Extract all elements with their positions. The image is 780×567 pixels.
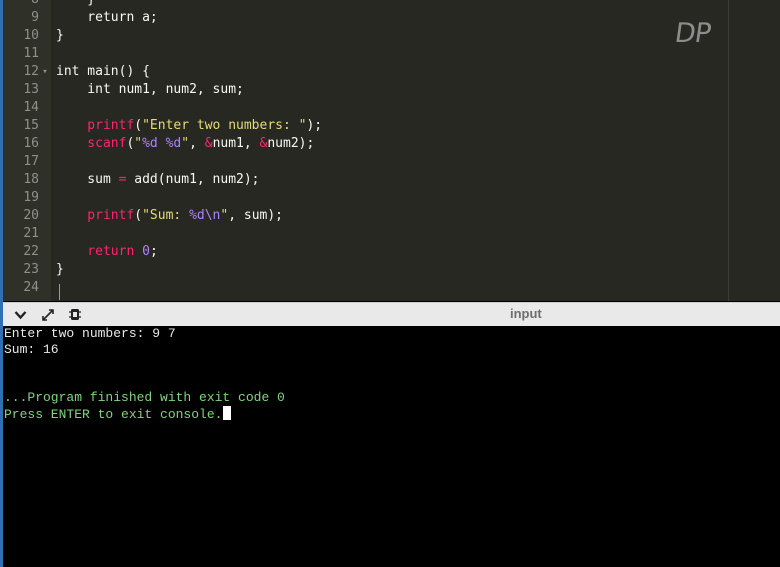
line-number: 12 [23,64,39,79]
code-text: int num1, num2, sum; [56,81,244,99]
code-line[interactable]: 24 [3,279,780,297]
watermark-signature: DP [672,18,713,49]
code-line[interactable]: 10} [3,27,780,45]
text-cursor [59,284,60,300]
code-line[interactable]: 19 [3,189,780,207]
line-number: 17 [23,154,39,169]
code-token: printf [56,208,135,223]
code-line[interactable]: 22 return 0; [3,243,780,261]
code-line[interactable]: 13 int num1, num2, sum; [3,81,780,99]
code-line[interactable]: 20 printf("Sum: %d\n", sum); [3,207,780,225]
code-token: scanf [56,136,127,151]
code-token: num1, [212,136,260,151]
code-token: return [56,10,135,25]
code-text: int main() { [56,63,150,81]
code-token: %d [165,136,182,151]
code-token: ( [134,118,143,133]
code-token: & [204,136,213,151]
code-token: printf [56,118,135,133]
line-number: 8 [3,0,39,9]
code-token: num1, num2, sum; [110,82,244,97]
console-line: Sum: 16 [4,342,59,358]
code-token: ; [149,244,158,259]
code-text: } [56,27,64,45]
code-token: ); [306,118,323,133]
code-token: main() { [79,64,150,79]
line-number: 18 [23,172,39,187]
code-text: printf("Sum: %d\n", sum); [56,207,283,225]
code-token: , [189,136,205,151]
line-number: 10 [23,28,39,43]
code-token: , sum); [228,208,284,223]
code-text: printf("Enter two numbers: "); [56,117,322,135]
code-text: return 0; [56,243,158,261]
console-line: Enter two numbers: 9 7 [4,326,176,342]
code-line[interactable]: 23} [3,261,780,279]
code-line[interactable]: 11 [3,45,780,63]
console-line: ...Program finished with exit code 0 [4,390,285,406]
code-line[interactable]: 8 } [3,0,780,9]
code-text: } [56,261,64,279]
code-line[interactable]: 17 [3,153,780,171]
chevron-down-icon[interactable] [11,306,29,323]
console-text: Press ENTER to exit console. [4,407,223,422]
line-number: 9 [31,10,39,25]
terminal-cursor [223,406,232,420]
line-number: 15 [23,118,39,133]
code-line[interactable]: 15 printf("Enter two numbers: "); [3,117,780,135]
line-number: 24 [23,280,39,295]
line-number: 16 [23,136,39,151]
code-token: } [56,0,95,7]
code-token: } [56,262,64,277]
code-token: " [181,136,190,151]
code-text: return a; [56,9,158,27]
code-token: %d\n [189,208,221,223]
fold-toggle-icon[interactable]: ▾ [41,63,49,81]
code-token: sum [56,172,119,187]
code-line[interactable]: 16 scanf("%d %d", &num1, &num2); [3,135,780,153]
code-token: int [56,82,111,97]
code-token: "Enter two numbers: " [142,118,307,133]
code-line[interactable]: 18 sum = add(num1, num2); [3,171,780,189]
code-text: sum = add(num1, num2); [56,171,260,189]
console-title: input [510,306,542,321]
code-text: } [56,0,95,9]
code-line[interactable]: 12 ▾ int main() { [3,63,780,81]
code-editor[interactable]: 8 }9 return a;10}1112▾int main() {13 int… [3,0,780,301]
line-number: 19 [23,190,39,205]
console-line: Press ENTER to exit console. [4,406,232,422]
line-number: 21 [23,226,39,241]
debug-icon[interactable] [66,306,84,323]
code-line[interactable]: 9 return a; [3,9,780,27]
console-text: ...Program finished with exit code 0 [4,390,285,405]
code-token: num2); [267,136,315,151]
console-output[interactable]: Enter two numbers: 9 7 Sum: 16 ...Program … [3,326,780,567]
code-token: a; [134,10,158,25]
line-number: 14 [23,100,39,115]
code-token: 0 [142,244,150,259]
expand-icon[interactable] [39,306,57,323]
code-line[interactable]: 21 [3,225,780,243]
console-text: Enter two numbers: 9 7 [4,326,176,341]
line-number: 13 [23,82,39,97]
code-token: int [56,64,80,79]
code-token: add(num1, num2); [126,172,260,187]
code-token: %d [142,136,158,151]
code-token: " [134,136,143,151]
line-number: 23 [23,262,39,277]
code-token: "Sum: [142,208,190,223]
line-number: 11 [23,46,39,61]
code-line[interactable]: 14 [3,99,780,117]
line-number: 20 [23,208,39,223]
code-token: return [56,244,135,259]
console-toolbar: input [3,302,780,327]
code-token: ( [134,208,143,223]
code-text: scanf("%d %d", &num1, &num2); [56,135,314,153]
line-number: 22 [23,244,39,259]
code-token: } [56,28,64,43]
console-text: Sum: 16 [4,342,59,357]
